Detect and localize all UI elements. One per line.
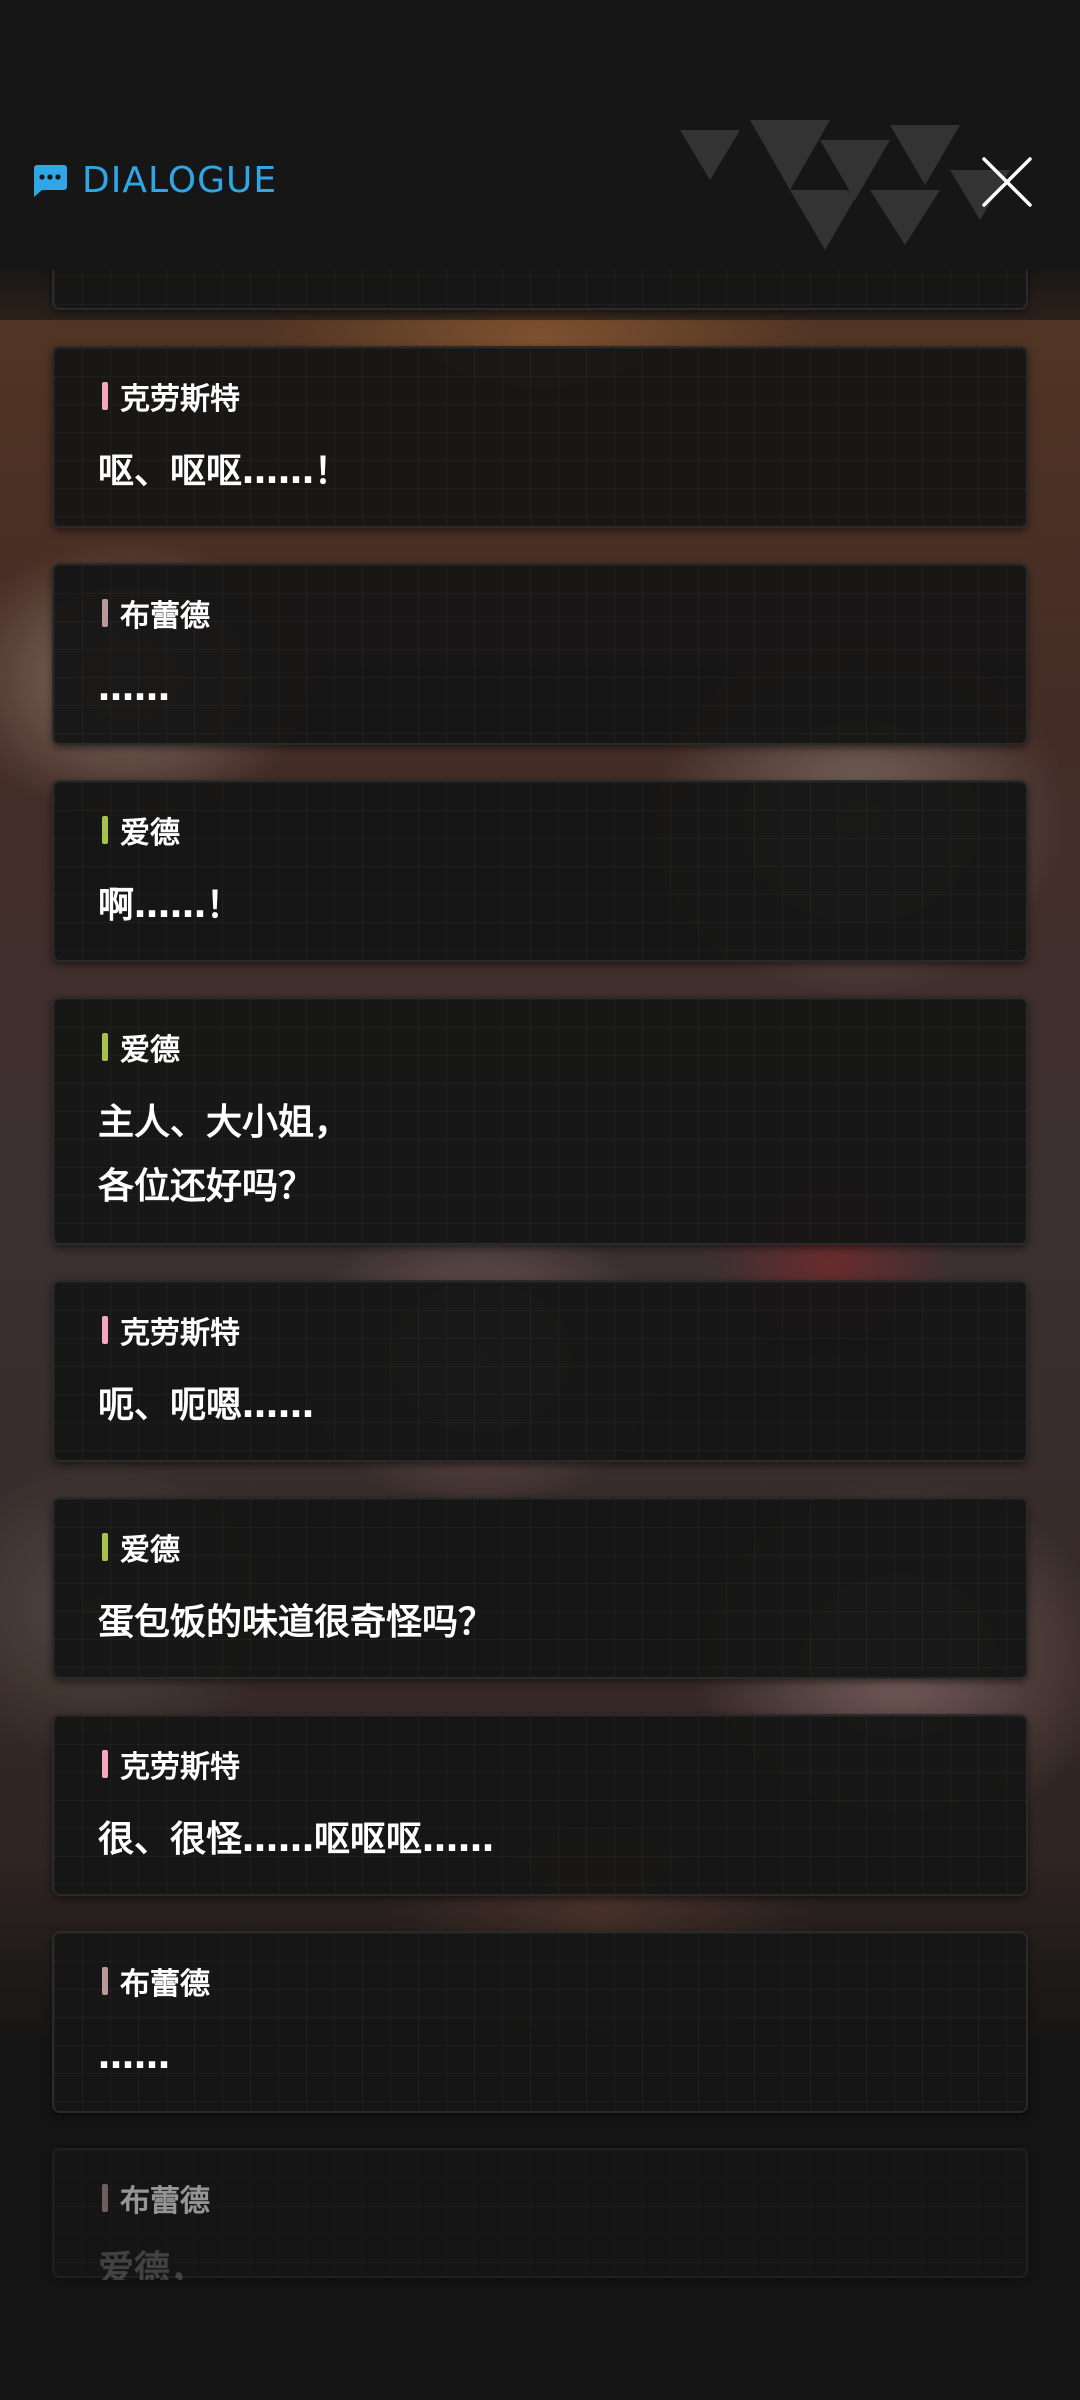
speaker-color-bar xyxy=(102,1316,108,1344)
dialogue-entry: 克劳斯特 呕、呕呕……！ xyxy=(52,346,1028,528)
dialogue-entry: 爱德 主人、大小姐， 各位还好吗？ xyxy=(52,997,1028,1245)
chat-bubble-icon xyxy=(34,164,67,197)
speaker-color-bar xyxy=(102,1750,108,1778)
close-icon[interactable] xyxy=(980,155,1034,209)
speaker-row: 爱德 xyxy=(102,808,180,852)
speaker-name: 爱德 xyxy=(120,1533,180,1568)
speaker-name: 克劳斯特 xyxy=(120,1316,240,1351)
dialogue-text: 主人、大小姐， 各位还好吗？ xyxy=(98,1102,351,1207)
speaker-row: 布蕾德 xyxy=(102,1959,210,2003)
speaker-name: 爱德 xyxy=(120,1033,180,1068)
dialogue-entry: 克劳斯特 很、很怪……呕呕呕…… xyxy=(52,1714,1028,1896)
speaker-color-bar xyxy=(102,1033,108,1061)
speaker-row: 爱德 xyxy=(102,1025,180,1069)
speaker-color-bar xyxy=(102,816,108,844)
speaker-color-bar xyxy=(102,2184,108,2212)
speaker-name: 布蕾德 xyxy=(120,1967,210,2002)
speaker-color-bar xyxy=(102,1533,108,1561)
dialogue-text: …… xyxy=(98,668,170,709)
dialogue-text: …… xyxy=(98,2036,170,2077)
dialogue-log-screen: 克劳斯特 呕、呕呕……！ 布蕾德 …… 爱德 啊……！ 爱德 主人、大小姐， 各… xyxy=(0,0,1080,2400)
dialogue-text: 呕、呕呕……！ xyxy=(98,451,351,492)
speaker-row: 克劳斯特 xyxy=(102,1308,240,1352)
dialogue-entry: 克劳斯特 呃、呃嗯…… xyxy=(52,1280,1028,1462)
header-title: DIALOGUE xyxy=(82,160,278,201)
speaker-name: 布蕾德 xyxy=(120,599,210,634)
dialogue-text: 爱德， xyxy=(98,2249,207,2280)
speaker-row: 布蕾德 xyxy=(102,591,210,635)
speaker-row: 克劳斯特 xyxy=(102,374,240,418)
dialogue-entry: 爱德 啊……！ xyxy=(52,780,1028,962)
speaker-name: 布蕾德 xyxy=(120,2184,210,2219)
dialogue-log-list[interactable]: 克劳斯特 呕、呕呕……！ 布蕾德 …… 爱德 啊……！ 爱德 主人、大小姐， 各… xyxy=(0,0,1080,2400)
dialogue-entry: 布蕾德 …… xyxy=(52,1931,1028,2113)
dialogue-entry-partial: 布蕾德 爱德， xyxy=(52,2148,1028,2280)
speaker-name: 克劳斯特 xyxy=(120,1750,240,1785)
dialogue-entry: 爱德 蛋包饭的味道很奇怪吗？ xyxy=(52,1497,1028,1679)
speaker-name: 克劳斯特 xyxy=(120,382,240,417)
dialogue-text: 啊……！ xyxy=(98,885,243,926)
header-title-group: DIALOGUE xyxy=(30,160,277,201)
dialogue-text: 很、很怪……呕呕呕…… xyxy=(98,1819,495,1860)
speaker-row: 爱德 xyxy=(102,1525,180,1569)
dialogue-entry: 布蕾德 …… xyxy=(52,563,1028,745)
triangle-pattern-decoration xyxy=(680,120,1010,250)
speaker-row: 克劳斯特 xyxy=(102,1742,240,1786)
dialogue-text: 呃、呃嗯…… xyxy=(98,1385,315,1426)
dialogue-text: 蛋包饭的味道很奇怪吗？ xyxy=(98,1602,495,1643)
speaker-color-bar xyxy=(102,382,108,410)
speaker-color-bar xyxy=(102,1967,108,1995)
speaker-row: 布蕾德 xyxy=(102,2176,210,2220)
speaker-color-bar xyxy=(102,599,108,627)
speaker-name: 爱德 xyxy=(120,816,180,851)
header-bar: DIALOGUE xyxy=(0,0,1080,270)
